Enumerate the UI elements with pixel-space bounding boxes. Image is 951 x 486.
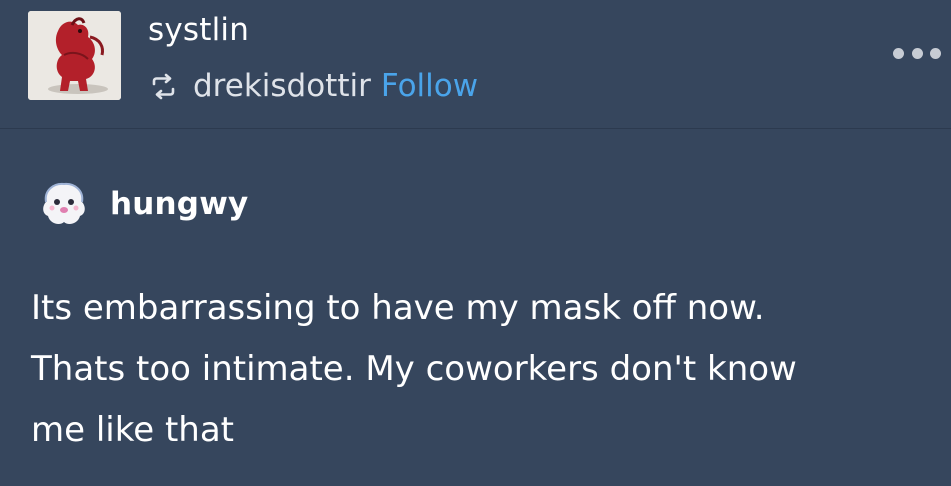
more-options-button[interactable] [893, 41, 941, 65]
post-body-line: me like that [31, 410, 234, 450]
post-header: systlin drekisdottir Follow [0, 0, 951, 129]
ghost-avatar-icon[interactable] [38, 180, 90, 228]
post-body-line: Its embarrassing to have my mask off now… [31, 288, 765, 328]
post-body-text: Its embarrassing to have my mask off now… [31, 278, 931, 461]
blog-username[interactable]: systlin [148, 8, 249, 52]
more-horizontal-icon [911, 47, 923, 59]
trail-header: hungwy [38, 178, 248, 230]
trail-username[interactable]: hungwy [110, 182, 248, 226]
red-horse-avatar-icon [28, 11, 121, 100]
reblog-source-blog[interactable]: drekisdottir [193, 64, 371, 108]
more-horizontal-icon [893, 47, 904, 59]
more-horizontal-icon [930, 47, 941, 59]
reblog-icon [150, 73, 177, 100]
tumblr-post: systlin drekisdottir Follow hungwy Its e… [0, 0, 951, 486]
reblog-attribution: drekisdottir Follow [150, 64, 478, 108]
blog-avatar[interactable] [28, 11, 121, 100]
follow-button[interactable]: Follow [381, 64, 478, 108]
post-body-line: Thats too intimate. My coworkers don't k… [31, 349, 797, 389]
